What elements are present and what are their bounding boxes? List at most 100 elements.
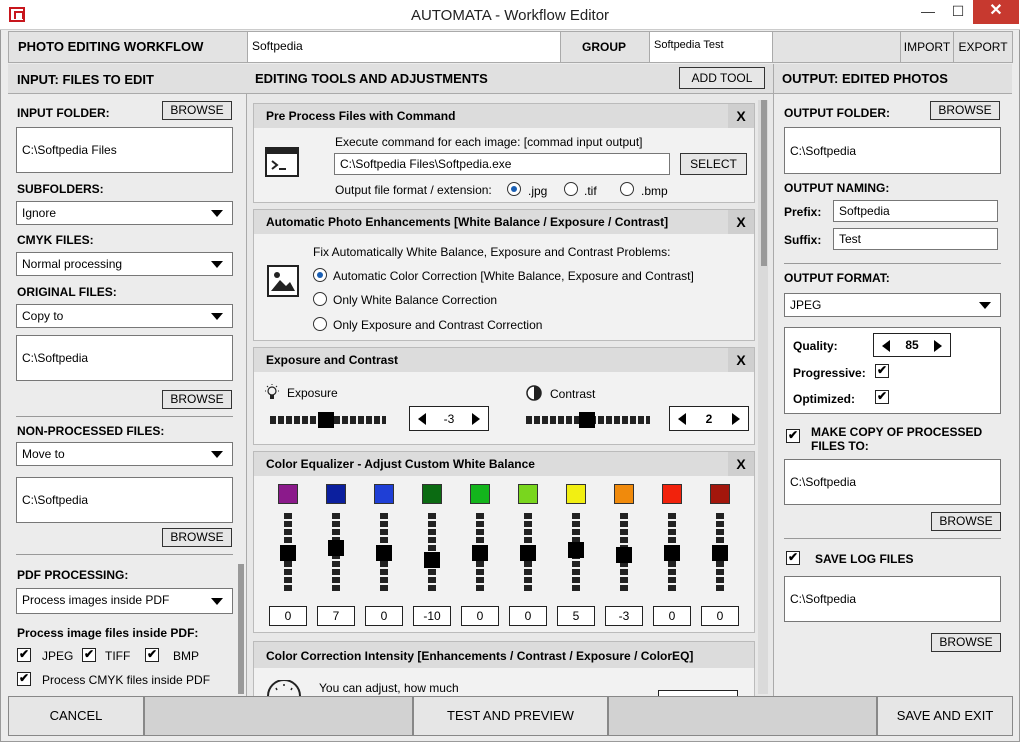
auto-color-correction-label: Automatic Color Correction [White Balanc… <box>333 269 694 283</box>
equalizer-value-4[interactable]: -10 <box>413 606 451 626</box>
equalizer-slider-handle[interactable] <box>280 545 296 561</box>
group-input[interactable]: Softpedia Test <box>649 32 773 62</box>
original-files-path-field[interactable]: C:\Softpedia <box>16 335 233 381</box>
select-command-button[interactable]: SELECT <box>680 153 747 175</box>
import-button[interactable]: IMPORT <box>900 32 953 62</box>
pdf-processing-dropdown[interactable]: Process images inside PDF <box>16 588 233 614</box>
copy-browse-button[interactable]: BROWSE <box>931 512 1001 531</box>
lightbulb-icon <box>265 384 279 399</box>
make-copy-checkbox[interactable]: ✔ <box>786 429 800 443</box>
bmp-checkbox[interactable]: ✔ <box>145 648 159 662</box>
contrast-label: Contrast <box>550 387 596 401</box>
equalizer-slider-handle[interactable] <box>424 552 440 568</box>
equalizer-value-6[interactable]: 0 <box>509 606 547 626</box>
equalizer-slider-handle[interactable] <box>472 545 488 561</box>
equalizer-value-9[interactable]: 0 <box>653 606 691 626</box>
tif-radio[interactable] <box>564 182 578 196</box>
make-copy-label: MAKE COPY OF PROCESSED FILES TO: <box>811 425 983 453</box>
increase-arrow-icon[interactable] <box>732 413 740 425</box>
log-path-field[interactable]: C:\Softpedia <box>784 576 1001 622</box>
tools-scrollbar[interactable] <box>761 100 767 266</box>
non-processed-dropdown[interactable]: Move to <box>16 442 233 466</box>
close-window-button[interactable]: ✕ <box>973 0 1019 24</box>
equalizer-slider-handle[interactable] <box>376 545 392 561</box>
jpeg-checkbox[interactable]: ✔ <box>17 648 31 662</box>
cmyk-pdf-checkbox[interactable]: ✔ <box>17 672 31 686</box>
output-format-label: Output file format / extension: <box>335 183 492 197</box>
increase-arrow-icon[interactable] <box>934 340 942 352</box>
equalizer-value-1[interactable]: 0 <box>269 606 307 626</box>
output-folder-field[interactable]: C:\Softpedia <box>784 127 1001 174</box>
equalizer-value-10[interactable]: 0 <box>701 606 739 626</box>
command-path-input[interactable]: C:\Softpedia Files\Softpedia.exe <box>334 153 670 175</box>
equalizer-slider-handle[interactable] <box>520 545 536 561</box>
contrast-slider-handle[interactable] <box>579 412 595 428</box>
maximize-button[interactable]: ☐ <box>943 0 973 24</box>
prefix-value: Softpedia <box>839 204 890 218</box>
command-description: Execute command for each image: [commad … <box>335 135 643 149</box>
export-button[interactable]: EXPORT <box>953 32 1012 62</box>
exposure-stepper[interactable]: -3 <box>409 406 489 431</box>
output-folder-browse-button[interactable]: BROWSE <box>930 101 1000 120</box>
equalizer-value-7[interactable]: 5 <box>557 606 595 626</box>
remove-tool-button[interactable]: X <box>728 348 754 372</box>
equalizer-slider-handle[interactable] <box>328 540 344 557</box>
divider <box>16 554 233 555</box>
equalizer-value-3[interactable]: 0 <box>365 606 403 626</box>
pre-process-title: Pre Process Files with Command <box>266 109 456 123</box>
chevron-down-icon <box>211 210 223 217</box>
input-panel-scrollbar[interactable] <box>238 564 244 694</box>
equalizer-value-5[interactable]: 0 <box>461 606 499 626</box>
remove-tool-button[interactable]: X <box>728 210 754 234</box>
save-log-checkbox[interactable]: ✔ <box>786 551 800 565</box>
remove-tool-button[interactable]: X <box>728 452 754 476</box>
quality-stepper[interactable]: 85 <box>873 333 951 357</box>
workflow-name-input[interactable]: Softpedia <box>247 32 561 62</box>
equalizer-value-2[interactable]: 7 <box>317 606 355 626</box>
exposure-contrast-radio[interactable] <box>313 317 327 331</box>
original-files-browse-button[interactable]: BROWSE <box>162 390 232 409</box>
add-tool-button[interactable]: ADD TOOL <box>679 67 765 89</box>
cci-header: Color Correction Intensity [Enhancements… <box>254 642 754 668</box>
prefix-input[interactable]: Softpedia <box>833 200 998 222</box>
progressive-checkbox[interactable]: ✔ <box>875 364 889 378</box>
optimized-checkbox[interactable]: ✔ <box>875 390 889 404</box>
subfolders-label: SUBFOLDERS: <box>17 182 104 196</box>
suffix-input[interactable]: Test <box>833 228 998 250</box>
input-folder-browse-button[interactable]: BROWSE <box>162 101 232 120</box>
equalizer-slider-handle[interactable] <box>616 547 632 564</box>
equalizer-slider-handle[interactable] <box>712 545 728 561</box>
subfolders-dropdown[interactable]: Ignore <box>16 201 233 225</box>
cmyk-dropdown[interactable]: Normal processing <box>16 252 233 276</box>
tif-radio-label: .tif <box>584 184 597 198</box>
log-browse-button[interactable]: BROWSE <box>931 633 1001 652</box>
non-processed-path-field[interactable]: C:\Softpedia <box>16 477 233 523</box>
cmyk-files-label: CMYK FILES: <box>17 233 94 247</box>
title-bar: AUTOMATA - Workflow Editor — ☐ ✕ <box>0 0 1020 30</box>
original-files-dropdown[interactable]: Copy to <box>16 304 233 328</box>
minimize-button[interactable]: — <box>913 0 943 24</box>
image-icon <box>267 265 299 297</box>
bmp-radio[interactable] <box>620 182 634 196</box>
auto-color-correction-radio[interactable] <box>313 268 327 282</box>
contrast-stepper[interactable]: 2 <box>669 406 749 431</box>
exposure-slider-handle[interactable] <box>318 412 334 428</box>
suffix-label: Suffix: <box>784 233 822 247</box>
cancel-button[interactable]: CANCEL <box>8 696 144 736</box>
non-processed-browse-button[interactable]: BROWSE <box>162 528 232 547</box>
test-and-preview-button[interactable]: TEST AND PREVIEW <box>413 696 608 736</box>
remove-tool-button[interactable]: X <box>728 104 754 128</box>
equalizer-slider-handle[interactable] <box>664 545 680 561</box>
equalizer-slider-handle[interactable] <box>568 541 584 558</box>
original-files-value: Copy to <box>22 309 64 323</box>
increase-arrow-icon[interactable] <box>472 413 480 425</box>
equalizer-value-8[interactable]: -3 <box>605 606 643 626</box>
save-and-exit-button[interactable]: SAVE AND EXIT <box>877 696 1013 736</box>
non-processed-label: NON-PROCESSED FILES: <box>17 424 165 438</box>
white-balance-radio[interactable] <box>313 292 327 306</box>
output-format-dropdown[interactable]: JPEG <box>784 293 1001 317</box>
jpg-radio[interactable] <box>507 182 521 196</box>
input-folder-field[interactable]: C:\Softpedia Files <box>16 127 233 173</box>
copy-path-field[interactable]: C:\Softpedia <box>784 459 1001 505</box>
tiff-checkbox[interactable]: ✔ <box>82 648 96 662</box>
